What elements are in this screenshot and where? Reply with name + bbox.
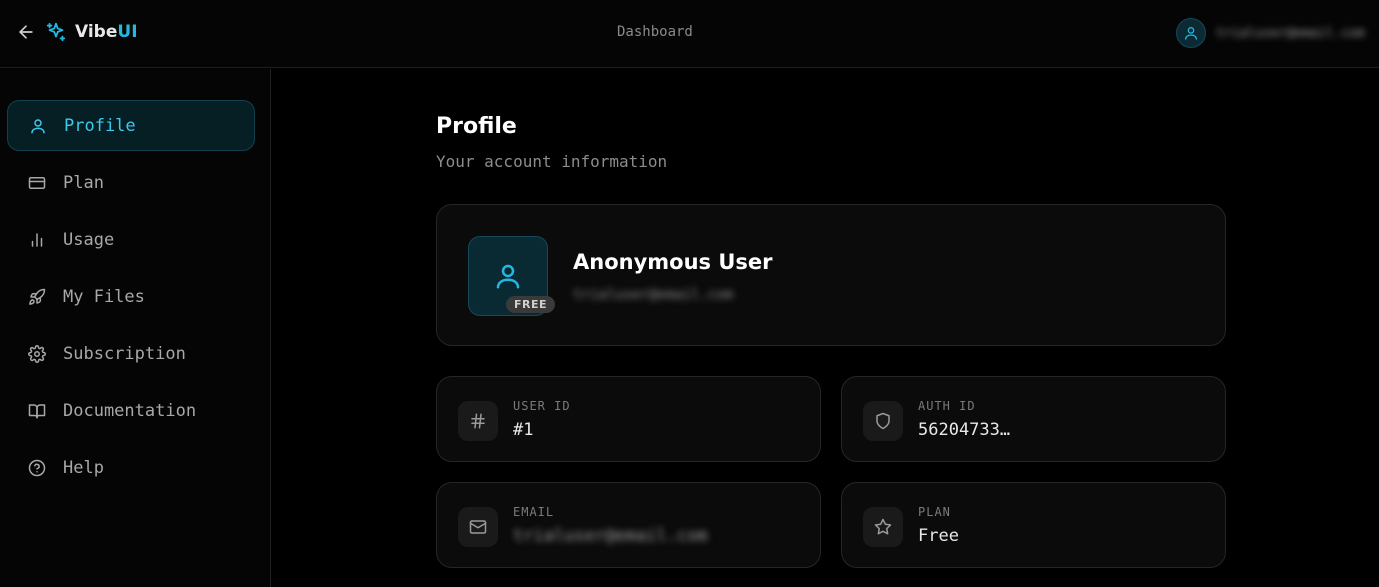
user-icon xyxy=(496,264,520,289)
sidebar-item-label: Subscription xyxy=(63,343,186,364)
logo-text-accent: UI xyxy=(117,22,138,42)
sidebar-item-label: Documentation xyxy=(63,400,197,421)
back-arrow-icon[interactable] xyxy=(16,22,36,42)
app-logo[interactable]: VibeUI xyxy=(45,21,138,43)
hash-icon xyxy=(458,401,498,441)
email-value: trialuser@email.com xyxy=(513,526,708,546)
user-id-value: #1 xyxy=(513,420,534,440)
page-subtitle: Your account information xyxy=(436,152,668,171)
mail-icon xyxy=(458,507,498,547)
sidebar: Profile Plan Usage My Files Subscription… xyxy=(0,69,271,587)
sidebar-item-documentation[interactable]: Documentation xyxy=(7,385,255,436)
top-bar: VibeUI Dashboard trialuser@email.com xyxy=(0,0,1379,68)
user-icon xyxy=(28,116,48,136)
user-email: trialuser@email.com xyxy=(1216,25,1365,41)
shield-icon xyxy=(863,401,903,441)
profile-name: Anonymous User xyxy=(573,250,773,274)
page-heading: Dashboard xyxy=(617,24,693,40)
email-card: EMAIL trialuser@email.com xyxy=(436,482,821,568)
auth-id-label: AUTH ID xyxy=(918,399,976,413)
gear-icon xyxy=(27,344,47,364)
avatar xyxy=(1176,18,1206,48)
sidebar-item-label: Profile xyxy=(64,115,136,136)
sidebar-item-label: My Files xyxy=(63,286,145,307)
sparkles-icon xyxy=(45,21,67,43)
book-icon xyxy=(27,401,47,421)
page-title: Profile xyxy=(436,114,517,139)
profile-card: FREE Anonymous User trialuser@email.com xyxy=(436,204,1226,346)
plan-value: Free xyxy=(918,526,959,546)
sidebar-item-profile[interactable]: Profile xyxy=(7,100,255,151)
logo-text-primary: Vibe xyxy=(75,22,118,42)
auth-id-value: 56204733… xyxy=(918,420,1011,440)
user-id-card: USER ID #1 xyxy=(436,376,821,462)
sidebar-item-my-files[interactable]: My Files xyxy=(7,271,255,322)
tier-badge: FREE xyxy=(506,296,556,313)
plan-card: PLAN Free xyxy=(841,482,1226,568)
star-icon xyxy=(863,507,903,547)
sidebar-item-label: Usage xyxy=(63,229,115,250)
logo-text: VibeUI xyxy=(75,22,138,42)
bar-chart-icon xyxy=(27,230,47,250)
user-icon xyxy=(1185,27,1197,40)
rocket-icon xyxy=(27,287,47,307)
profile-email: trialuser@email.com xyxy=(573,287,734,303)
sidebar-item-label: Plan xyxy=(63,172,104,193)
help-circle-icon xyxy=(27,458,47,478)
auth-id-card: AUTH ID 56204733… xyxy=(841,376,1226,462)
plan-label: PLAN xyxy=(918,505,951,519)
sidebar-item-label: Help xyxy=(63,457,104,478)
sidebar-item-subscription[interactable]: Subscription xyxy=(7,328,255,379)
sidebar-item-usage[interactable]: Usage xyxy=(7,214,255,265)
user-menu[interactable]: trialuser@email.com xyxy=(1176,18,1365,48)
sidebar-item-help[interactable]: Help xyxy=(7,442,255,493)
email-label: EMAIL xyxy=(513,505,555,519)
sidebar-item-plan[interactable]: Plan xyxy=(7,157,255,208)
credit-card-icon xyxy=(27,173,47,193)
user-id-label: USER ID xyxy=(513,399,571,413)
